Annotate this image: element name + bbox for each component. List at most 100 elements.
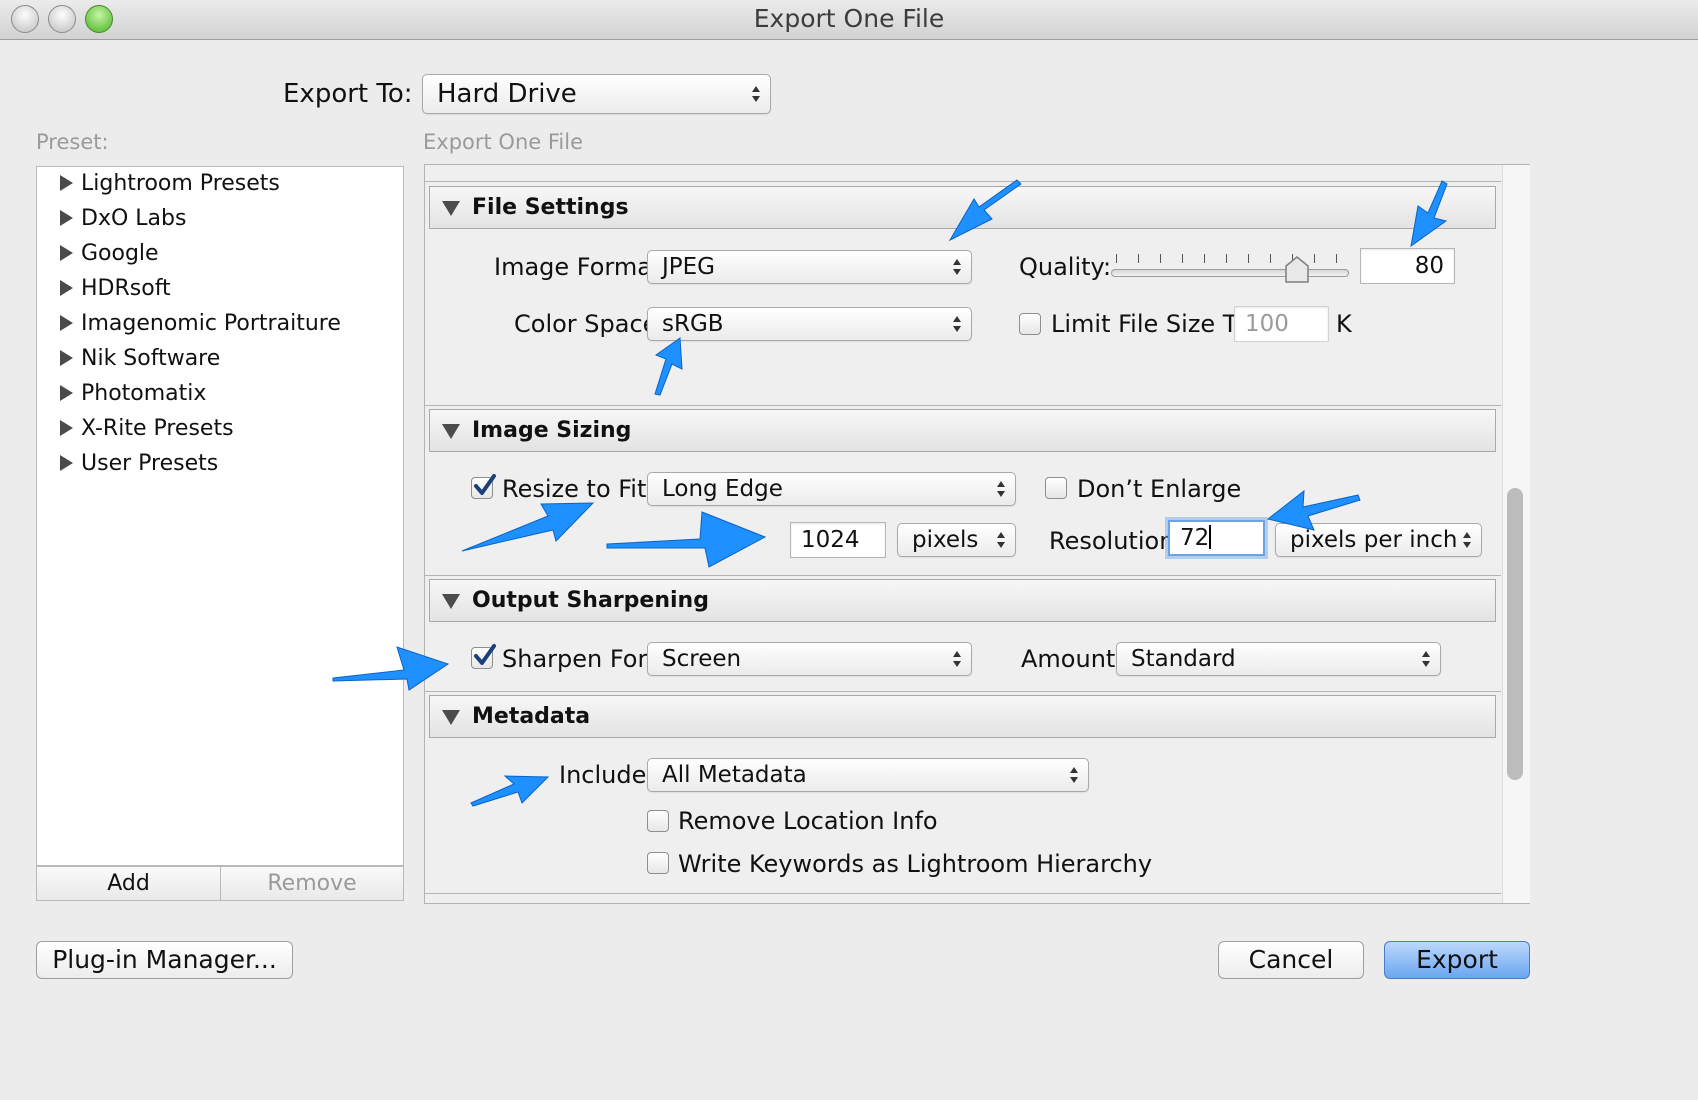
color-space-select[interactable]: sRGB [647, 307, 972, 341]
file-settings-header[interactable]: File Settings [429, 186, 1496, 229]
select-arrows-icon [953, 316, 961, 332]
slider-tick [1160, 254, 1161, 263]
disclosure-triangle-icon[interactable] [60, 245, 73, 261]
image-format-select[interactable]: JPEG [647, 250, 972, 284]
preset-folder[interactable]: Photomatix [60, 376, 206, 411]
disclosure-triangle-icon[interactable] [442, 710, 460, 725]
metadata-header[interactable]: Metadata [429, 695, 1496, 738]
preset-folder[interactable]: Imagenomic Portraiture [60, 306, 341, 341]
resolution-unit-select[interactable]: pixels per inch [1275, 523, 1482, 557]
image-format-label: Image Format: [494, 253, 670, 281]
disclosure-triangle-icon[interactable] [60, 350, 73, 366]
remove-location-label: Remove Location Info [678, 807, 938, 835]
cancel-button[interactable]: Cancel [1218, 941, 1364, 979]
image-sizing-title: Image Sizing [472, 418, 632, 443]
size-unit-select[interactable]: pixels [897, 523, 1016, 557]
image-sizing-header[interactable]: Image Sizing [429, 409, 1496, 452]
quality-slider[interactable] [1111, 269, 1349, 277]
resize-mode-select[interactable]: Long Edge [647, 472, 1016, 506]
limit-file-size-label: Limit File Size To: [1051, 310, 1257, 338]
quality-slider-knob[interactable] [1284, 256, 1310, 284]
export-to-label: Export To: [283, 79, 413, 109]
select-arrows-icon [997, 532, 1005, 548]
select-arrows-icon [752, 86, 760, 102]
export-to-select[interactable]: Hard Drive [422, 74, 771, 114]
section-divider [425, 893, 1501, 894]
limit-file-size-unit: K [1336, 310, 1352, 338]
output-sharpening-title: Output Sharpening [472, 588, 709, 613]
amount-label: Amount: [1021, 645, 1124, 673]
slider-tick [1182, 254, 1183, 263]
resolution-input[interactable]: 72 [1168, 520, 1265, 556]
slider-tick [1314, 254, 1315, 263]
section-divider [425, 405, 1501, 406]
remove-preset-button[interactable]: Remove [220, 866, 404, 901]
limit-file-size-checkbox[interactable] [1019, 313, 1041, 335]
quality-label: Quality: [1019, 253, 1112, 281]
disclosure-triangle-icon[interactable] [60, 210, 73, 226]
slider-tick [1336, 254, 1337, 263]
export-button[interactable]: Export [1384, 941, 1530, 979]
disclosure-triangle-icon[interactable] [60, 455, 73, 471]
remove-location-checkbox[interactable] [647, 810, 669, 832]
quality-input[interactable]: 80 [1360, 248, 1455, 284]
window-title: Export One File [753, 4, 945, 33]
select-arrows-icon [953, 651, 961, 667]
metadata-title: Metadata [472, 704, 591, 729]
write-keywords-checkbox[interactable] [647, 852, 669, 874]
include-metadata-select[interactable]: All Metadata [647, 758, 1089, 792]
disclosure-triangle-icon[interactable] [60, 175, 73, 191]
disclosure-triangle-icon[interactable] [442, 594, 460, 609]
section-divider [425, 691, 1501, 692]
preset-folder[interactable]: User Presets [60, 446, 218, 481]
resize-to-fit-checkbox[interactable] [471, 474, 496, 499]
checkmark-icon [474, 644, 496, 665]
preset-folder[interactable]: DxO Labs [60, 201, 186, 236]
slider-tick [1116, 254, 1117, 263]
amount-select[interactable]: Standard [1116, 642, 1441, 676]
disclosure-triangle-icon[interactable] [60, 420, 73, 436]
section-divider [425, 181, 1501, 182]
disclosure-triangle-icon[interactable] [442, 424, 460, 439]
include-label: Include: [559, 761, 655, 789]
disclosure-triangle-icon[interactable] [60, 315, 73, 331]
slider-tick [1248, 254, 1249, 263]
section-divider [425, 575, 1501, 576]
slider-tick [1204, 254, 1205, 263]
select-arrows-icon [953, 259, 961, 275]
plugin-manager-button[interactable]: Plug-in Manager... [36, 941, 293, 979]
preset-folder[interactable]: Lightroom Presets [60, 166, 280, 201]
write-keywords-label: Write Keywords as Lightroom Hierarchy [678, 850, 1153, 878]
resize-to-fit-label: Resize to Fit: [502, 475, 655, 503]
dont-enlarge-checkbox[interactable] [1045, 477, 1067, 499]
slider-tick [1138, 254, 1139, 263]
select-arrows-icon [1463, 532, 1471, 548]
sharpen-for-label: Sharpen For: [502, 645, 656, 673]
preset-folder[interactable]: Google [60, 236, 159, 271]
resolution-label: Resolution: [1049, 527, 1183, 555]
color-space-label: Color Space: [514, 310, 666, 338]
add-preset-button[interactable]: Add [36, 866, 221, 901]
sharpen-for-select[interactable]: Screen [647, 642, 972, 676]
disclosure-triangle-icon[interactable] [60, 385, 73, 401]
disclosure-triangle-icon[interactable] [442, 201, 460, 216]
disclosure-triangle-icon[interactable] [60, 280, 73, 296]
output-sharpening-header[interactable]: Output Sharpening [429, 579, 1496, 622]
preset-folder[interactable]: Nik Software [60, 341, 220, 376]
sharpen-for-checkbox[interactable] [471, 644, 496, 669]
scrollbar-thumb[interactable] [1507, 488, 1523, 780]
select-arrows-icon [1070, 767, 1078, 783]
slider-tick [1270, 254, 1271, 263]
limit-file-size-input[interactable]: 100 [1234, 306, 1329, 342]
text-caret [1209, 525, 1212, 549]
select-arrows-icon [997, 481, 1005, 497]
preset-label: Preset: [36, 130, 109, 154]
preset-folder[interactable]: X-Rite Presets [60, 411, 234, 446]
long-edge-size-input[interactable]: 1024 [790, 522, 886, 558]
settings-panel-title: Export One File [423, 130, 583, 154]
dont-enlarge-label: Don’t Enlarge [1077, 475, 1242, 503]
file-settings-title: File Settings [472, 195, 629, 220]
preset-folder[interactable]: HDRsoft [60, 271, 171, 306]
export-to-value: Hard Drive [437, 79, 577, 109]
select-arrows-icon [1422, 651, 1430, 667]
